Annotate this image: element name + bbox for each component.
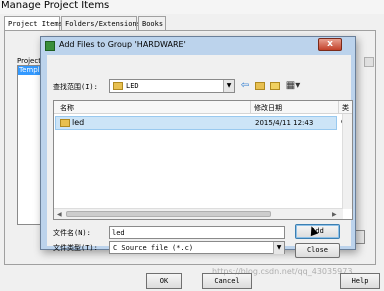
filetype-value: C Source file (*.c) — [113, 244, 194, 252]
column-date-modified[interactable]: 修改日期 — [254, 103, 282, 113]
close-button[interactable]: Close — [295, 243, 340, 258]
horizontal-scrollbar[interactable]: ◀ ▶ — [54, 208, 343, 219]
dialog-title: Add Files to Group 'HARDWARE' — [59, 40, 186, 49]
project-list-item[interactable]: Templ — [18, 66, 40, 75]
project-list[interactable]: Templ — [17, 65, 41, 225]
file-row[interactable]: led 2015/4/11 12:43 — [55, 116, 337, 130]
add-files-dialog: Add Files to Group 'HARDWARE' x 查找范围(I):… — [40, 36, 356, 258]
folder-icon — [113, 82, 123, 90]
outer-window-title: Manage Project Items — [1, 0, 110, 11]
ok-button[interactable]: OK — [146, 273, 182, 289]
column-type[interactable]: 类 — [342, 103, 349, 113]
chevron-down-icon[interactable]: ▼ — [223, 80, 234, 92]
outer-window-titlebar: Manage Project Items — [0, 0, 384, 14]
filename-label: 文件名(N): — [53, 229, 91, 237]
watermark-text: https://blog.csdn.net/qq_43035973 — [212, 267, 353, 276]
scroll-left-icon[interactable]: ◀ — [57, 211, 62, 218]
dialog-close-icon[interactable]: x — [318, 38, 342, 51]
tab-books[interactable]: Books — [138, 16, 166, 31]
scroll-right-icon[interactable]: ▶ — [332, 211, 337, 218]
tab-folders-extensions[interactable]: Folders/Extensions — [61, 16, 141, 31]
file-date: 2015/4/11 12:43 — [255, 119, 314, 127]
file-name: led — [72, 118, 85, 127]
dialog-app-icon — [45, 41, 55, 51]
filetype-label: 文件类型(T): — [53, 244, 98, 252]
file-list[interactable]: 名称 修改日期 类 led 2015/4/11 12:43 C ◀ ▶ — [53, 100, 353, 220]
new-folder-icon[interactable] — [269, 80, 281, 92]
column-name[interactable]: 名称 — [60, 103, 74, 113]
filetype-combo[interactable]: C Source file (*.c) ▼ — [109, 241, 285, 254]
filename-input[interactable]: led — [109, 226, 285, 239]
folder-icon — [60, 119, 70, 127]
look-in-label: 查找范围(I): — [53, 83, 98, 91]
outer-side-item[interactable] — [364, 57, 374, 67]
look-in-combo[interactable]: LED ▼ — [109, 79, 235, 93]
scrollbar-thumb[interactable] — [66, 211, 271, 217]
file-list-header: 名称 修改日期 类 — [54, 101, 352, 114]
project-list-label: Project — [17, 57, 41, 65]
look-in-value: LED — [126, 82, 139, 90]
dialog-body: 查找范围(I): LED ▼ ⇦ ▦▾ 名称 修改日期 类 led 2015/4… — [47, 55, 353, 258]
chevron-down-icon[interactable]: ▼ — [273, 242, 284, 254]
view-menu-icon[interactable]: ▦▾ — [284, 80, 302, 92]
up-folder-icon[interactable] — [254, 80, 266, 92]
back-arrow-icon[interactable]: ⇦ — [239, 80, 251, 92]
vertical-scrollbar[interactable] — [342, 114, 352, 209]
